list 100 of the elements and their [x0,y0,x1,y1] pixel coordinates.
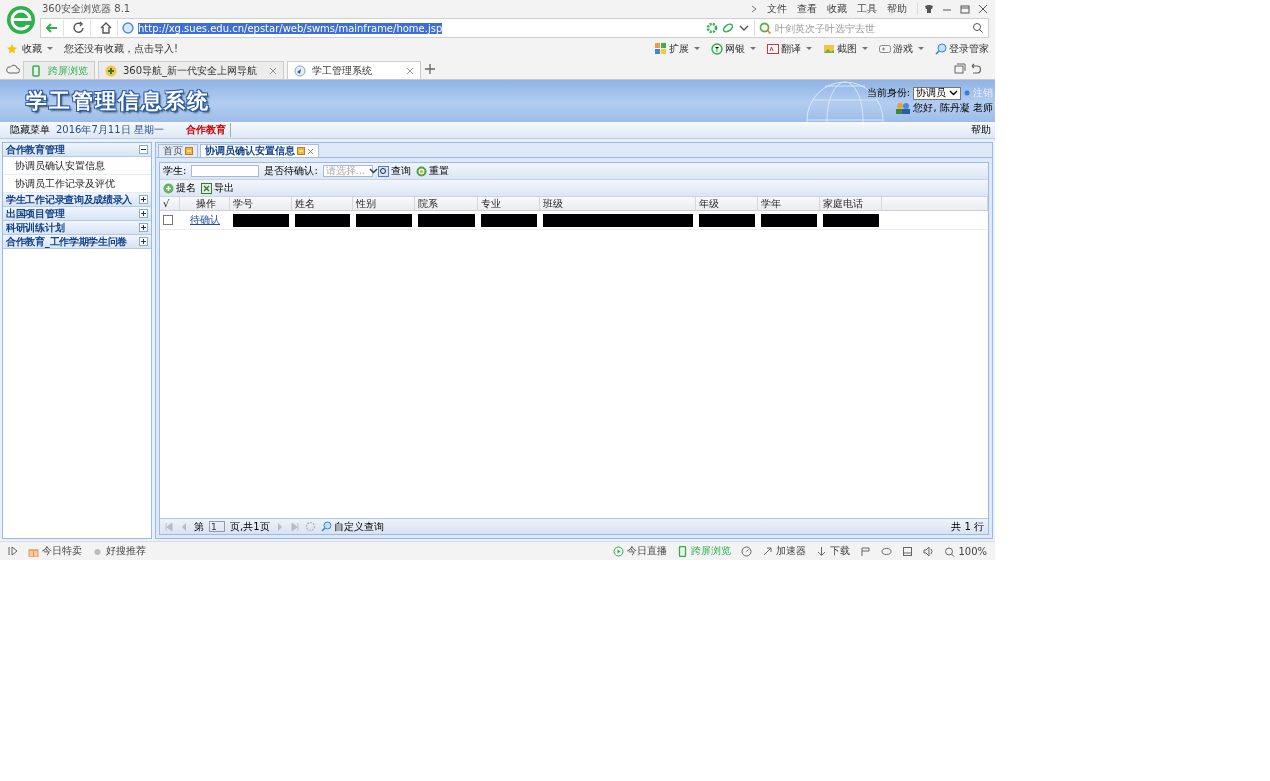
role-label: 当前身份: [866,86,910,100]
toolbar-button[interactable]: 导出 [201,181,234,195]
caret-icon[interactable] [693,45,701,52]
toolbar-button[interactable]: 扩展 [655,41,689,56]
restore-tabs-icon[interactable] [954,63,966,75]
toolbar-button[interactable]: 网银 [711,41,745,56]
new-tab-icon[interactable] [424,63,437,75]
sidebar-toggle-icon[interactable] [8,546,18,556]
menu-group[interactable]: 科研训练计划 [3,221,151,235]
toolbar-button[interactable]: 游戏 [879,41,913,56]
speed-icon[interactable] [741,545,753,557]
reset-button[interactable]: 重置 [415,164,449,178]
column-header[interactable]: 家庭电话 [820,197,882,210]
cloud-icon[interactable] [6,63,20,75]
status-button[interactable]: 今日特卖 [28,544,82,558]
toolbar-button[interactable]: 提名 [163,181,196,195]
menu-item[interactable]: 工具 [857,2,877,16]
search-engine-icon [759,22,771,34]
url-text[interactable]: http://xg.sues.edu.cn/epstar/web/swms/mainframe/home.jsp [138,22,443,34]
row-checkbox[interactable] [163,215,173,225]
import-hint[interactable]: 您还没有收藏，点击导入! [64,41,178,56]
translate-icon [767,42,779,55]
status-button[interactable]: 100% [944,545,987,557]
refresh-icon [415,165,427,177]
caret-icon[interactable] [805,45,813,52]
column-header[interactable]: 性别 [353,197,415,210]
date-text: 2016年7月11日 星期一 [56,123,164,137]
caret-icon[interactable] [861,45,869,52]
flag-icon[interactable] [860,545,872,557]
window-icon[interactable] [902,545,914,557]
hide-menu-link[interactable]: 隐藏菜单 [10,123,50,137]
close-icon[interactable] [406,66,415,75]
menu-item[interactable]: 查看 [797,2,817,16]
status-button[interactable]: 下载 [816,544,851,558]
menu-group[interactable]: 合作教育_工作学期学生问卷 [3,235,151,249]
picture-icon [823,42,835,55]
content-tab[interactable]: 协调员确认安置信息 [200,144,319,157]
custom-query-button[interactable]: 自定义查询 [320,519,384,534]
help-link[interactable]: 帮助 [971,123,991,137]
grid-icon [655,42,667,55]
status-button[interactable]: 好搜推荐 [92,544,146,558]
caret-icon[interactable] [917,45,925,52]
student-field[interactable] [191,165,260,177]
column-header[interactable]: 班级 [540,197,696,210]
menu-item[interactable]: 协调员确认安置信息 [3,157,151,175]
window-title: 360安全浏览器 8.1 [42,2,131,16]
confirm-link[interactable]: 待确认 [190,213,220,227]
close-icon[interactable] [307,147,314,155]
column-header[interactable]: 操作 [180,197,230,210]
speaker-icon[interactable] [923,545,935,557]
browser-logo-icon[interactable] [6,5,36,35]
row-count: 共 1 行 [951,519,984,534]
page-field[interactable]: 1 [209,521,225,532]
column-header[interactable]: 姓名 [292,197,353,210]
query-button[interactable]: 查询 [377,164,411,178]
restore-icon[interactable] [957,3,973,15]
page-label: 第 [194,519,204,534]
query-icon [377,165,389,177]
column-header[interactable]: 学号 [230,197,292,210]
column-header[interactable]: √ [160,197,180,210]
users-icon [896,102,911,114]
status-button[interactable]: 今日直播 [613,544,668,558]
toolbar-button[interactable]: 登录管家 [935,41,989,56]
expand-icon [139,195,148,204]
column-header[interactable]: 院系 [415,197,478,210]
collapse-icon [139,145,148,154]
dropdown-icon [369,168,379,174]
module-tab[interactable]: 合作教育 [185,123,231,137]
column-header[interactable]: 年级 [696,197,758,210]
browser-tab[interactable]: 360导航_新一代安全上网导航 [98,61,285,79]
menu-group[interactable]: 合作教育管理 [3,143,151,157]
undo-icon[interactable] [969,63,981,75]
search-icon[interactable] [972,22,984,34]
caret-icon[interactable] [749,45,757,52]
column-header[interactable]: 学年 [758,197,820,210]
dot-icon [964,90,970,96]
chevron-icon[interactable] [751,5,757,13]
column-header[interactable]: 专业 [478,197,540,210]
role-select[interactable]: 协调员 [913,86,961,100]
caret-icon[interactable] [46,45,54,52]
phone-icon [30,64,42,77]
toolbar-button[interactable]: 翻译 [767,41,801,56]
magnifier-icon [320,521,332,532]
expand-icon [139,209,148,218]
toolbar-button[interactable]: 截图 [823,41,857,56]
greeting-text: 您好, 陈丹凝 老师 [913,101,993,115]
browser-tab[interactable]: 学工管理系统 [287,61,422,79]
menu-group[interactable]: 学生工作记录查询及成绩录入 [3,193,151,207]
tab-icon [297,147,305,155]
expand-icon [139,223,148,232]
menu-item[interactable]: 收藏 [827,2,847,16]
menu-item[interactable]: 文件 [767,2,787,16]
plus-circle-icon [105,64,117,77]
menu-item[interactable]: 帮助 [887,2,907,16]
menu-group[interactable]: 出国项目管理 [3,207,151,221]
play-icon [613,545,625,557]
status-button[interactable]: 加速器 [762,544,807,558]
content-tab[interactable]: 首页 [158,144,198,157]
dropdown-icon [949,90,958,96]
favorites-button[interactable]: 收藏 [22,41,42,56]
